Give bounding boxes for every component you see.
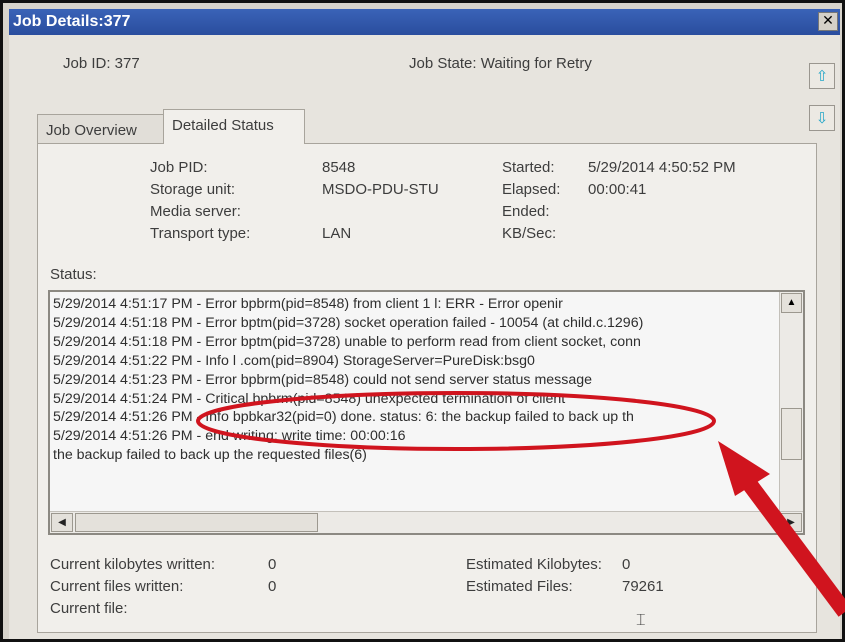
scroll-left-button[interactable]: ◀ — [51, 513, 73, 532]
elapsed-value: 00:00:41 — [588, 181, 647, 198]
arrow-down-icon: ⇩ — [815, 109, 829, 127]
horizontal-scroll-thumb[interactable] — [75, 513, 318, 532]
status-log-line: 5/29/2014 4:51:18 PM - Error bptm(pid=37… — [53, 333, 641, 350]
status-log-line: 5/29/2014 4:51:26 PM - end writing; writ… — [53, 428, 406, 445]
scroll-up-arrow-icon: ▲ — [786, 297, 797, 308]
status-log-lines: 5/29/2014 4:51:17 PM - Error bpbrm(pid=8… — [53, 295, 775, 505]
text-cursor-icon: ⌶ — [636, 612, 646, 629]
status-log-line: 5/29/2014 4:51:22 PM - Info l .com(pid=8… — [53, 352, 535, 369]
ended-label: Ended: — [502, 203, 550, 220]
scroll-up-button[interactable]: ▲ — [781, 293, 802, 313]
status-log-line: 5/29/2014 4:51:23 PM - Error bpbrm(pid=8… — [53, 371, 593, 388]
current-files-value: 0 — [268, 578, 277, 595]
vertical-scroll-thumb[interactable] — [781, 408, 802, 460]
job-id-text: Job ID: 377 — [63, 55, 140, 72]
media-server-label: Media server: — [150, 203, 241, 220]
job-state-text: Job State: Waiting for Retry — [409, 55, 592, 72]
transport-type-label: Transport type: — [150, 225, 251, 242]
tab-job-overview-label: Job Overview — [46, 122, 137, 139]
status-log-line: 5/29/2014 4:51:26 PM - Info bpbkar32(pid… — [53, 409, 634, 426]
started-label: Started: — [502, 159, 555, 176]
window-title: Job Details:377 — [13, 13, 131, 30]
status-log-line: the backup failed to back up the request… — [53, 447, 367, 464]
title-bar[interactable]: Job Details:377 ✕ — [9, 9, 840, 35]
tab-detailed-status[interactable]: Detailed Status — [163, 109, 305, 144]
tab-detailed-status-label: Detailed Status — [172, 117, 274, 134]
close-button[interactable]: ✕ — [818, 12, 838, 31]
current-files-label: Current files written: — [50, 578, 184, 595]
current-file-label: Current file: — [50, 600, 128, 617]
storage-unit-label: Storage unit: — [150, 181, 236, 198]
kbsec-label: KB/Sec: — [502, 225, 557, 242]
horizontal-scrollbar[interactable]: ◀ ▶ — [50, 511, 803, 533]
previous-job-button[interactable]: ⇧ — [809, 63, 835, 89]
status-log-line: 5/29/2014 4:51:17 PM - Error bpbrm(pid=8… — [53, 296, 563, 312]
estimated-kb-label: Estimated Kilobytes: — [466, 556, 602, 573]
status-log-line: 5/29/2014 4:51:24 PM - Critical bpbrm(pi… — [53, 390, 566, 407]
estimated-kb-value: 0 — [622, 556, 631, 573]
vertical-scrollbar[interactable]: ▲ — [779, 292, 803, 512]
tab-job-overview[interactable]: Job Overview — [37, 114, 165, 146]
storage-unit-value: MSDO-PDU-STU — [322, 181, 439, 198]
job-pid-value: 8548 — [322, 159, 356, 176]
next-job-button[interactable]: ⇩ — [809, 105, 835, 131]
job-pid-label: Job PID: — [150, 159, 208, 176]
scroll-right-arrow-icon: ▶ — [787, 517, 795, 528]
scroll-left-arrow-icon: ◀ — [58, 517, 66, 528]
status-log-line: 5/29/2014 4:51:18 PM - Error bptm(pid=37… — [53, 314, 644, 331]
estimated-files-value: 79261 — [622, 578, 664, 595]
arrow-up-icon: ⇧ — [815, 67, 829, 85]
started-value: 5/29/2014 4:50:52 PM — [588, 159, 736, 176]
current-kb-value: 0 — [268, 556, 277, 573]
job-details-window: Job Details:377 ✕ Job ID: 377 Job State:… — [0, 0, 845, 642]
estimated-files-label: Estimated Files: — [466, 578, 573, 595]
current-kb-label: Current kilobytes written: — [50, 556, 216, 573]
elapsed-label: Elapsed: — [502, 181, 561, 198]
status-log-box[interactable]: 5/29/2014 4:51:17 PM - Error bpbrm(pid=8… — [48, 290, 805, 535]
status-label: Status: — [50, 266, 97, 283]
window-body: Job ID: 377 Job State: Waiting for Retry… — [9, 35, 840, 639]
transport-type-value: LAN — [322, 225, 352, 242]
detailed-status-panel: Job PID: 8548 Storage unit: MSDO-PDU-STU… — [37, 143, 817, 633]
scroll-right-button[interactable]: ▶ — [780, 513, 802, 532]
